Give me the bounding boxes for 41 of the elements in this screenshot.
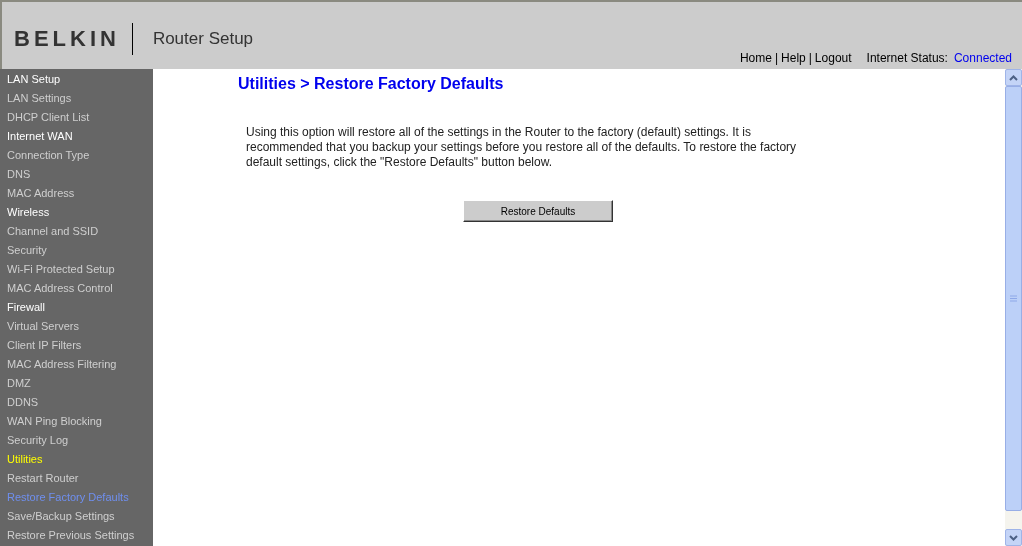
app-title: Router Setup	[151, 29, 254, 49]
sidebar-item[interactable]: Connection Type	[0, 146, 153, 165]
sidebar-item[interactable]: Channel and SSID	[0, 222, 153, 241]
nav-link[interactable]: Home	[739, 51, 772, 65]
status-label: Internet Status:	[866, 51, 948, 65]
sidebar-item[interactable]: Virtual Servers	[0, 317, 153, 336]
sidebar-item[interactable]: Client IP Filters	[0, 336, 153, 355]
nav-link[interactable]: Logout	[814, 51, 852, 65]
scroll-down-button[interactable]	[1005, 529, 1022, 546]
sidebar-item[interactable]: MAC Address	[0, 184, 153, 203]
sidebar-item[interactable]: Wi-Fi Protected Setup	[0, 260, 153, 279]
nav-separator: |	[774, 51, 779, 65]
page-title: Utilities > Restore Factory Defaults	[238, 75, 505, 93]
sidebar-item[interactable]: Save/Backup Settings	[0, 507, 153, 526]
sidebar-item[interactable]: Security Log	[0, 431, 153, 450]
sidebar-item[interactable]: DMZ	[0, 374, 153, 393]
description-text: Using this option will restore all of the settings in the Router to the factory (default) settings. It is recommended that you backup your settings before you restore all of the defaults. To restore the factory default settings, click the "Restore Defaults" button below.	[246, 125, 798, 170]
sidebar-item[interactable]: Restart Router	[0, 469, 153, 488]
sidebar-item[interactable]: WAN Ping Blocking	[0, 412, 153, 431]
sidebar-item[interactable]: MAC Address Filtering	[0, 355, 153, 374]
sidebar-heading[interactable]: LAN Setup	[0, 70, 153, 89]
sidebar-item[interactable]: Restore Previous Settings	[0, 526, 153, 545]
sidebar-item[interactable]: DHCP Client List	[0, 108, 153, 127]
logo: BELKIN	[14, 23, 133, 55]
sidebar-item[interactable]: DDNS	[0, 393, 153, 412]
sidebar-item[interactable]: MAC Address Control	[0, 279, 153, 298]
restore-defaults-button[interactable]: Restore Defaults	[463, 200, 613, 222]
nav-link[interactable]: Help	[781, 51, 806, 65]
sidebar-heading[interactable]: Wireless	[0, 203, 153, 222]
nav-separator: |	[808, 51, 812, 65]
sidebar-item[interactable]: LAN Settings	[0, 89, 153, 108]
chevron-down-icon	[1009, 534, 1018, 541]
chevron-up-icon	[1009, 74, 1018, 81]
sidebar-heading[interactable]: Utilities	[0, 450, 153, 469]
scroll-up-button[interactable]	[1005, 69, 1022, 86]
sidebar-item[interactable]: DNS	[0, 165, 153, 184]
grip-icon	[1010, 295, 1017, 302]
sidebar-heading[interactable]: Internet WAN	[0, 127, 153, 146]
sidebar-item[interactable]: Security	[0, 241, 153, 260]
status-value: Connected	[953, 51, 1012, 65]
sidebar-heading[interactable]: Firewall	[0, 298, 153, 317]
